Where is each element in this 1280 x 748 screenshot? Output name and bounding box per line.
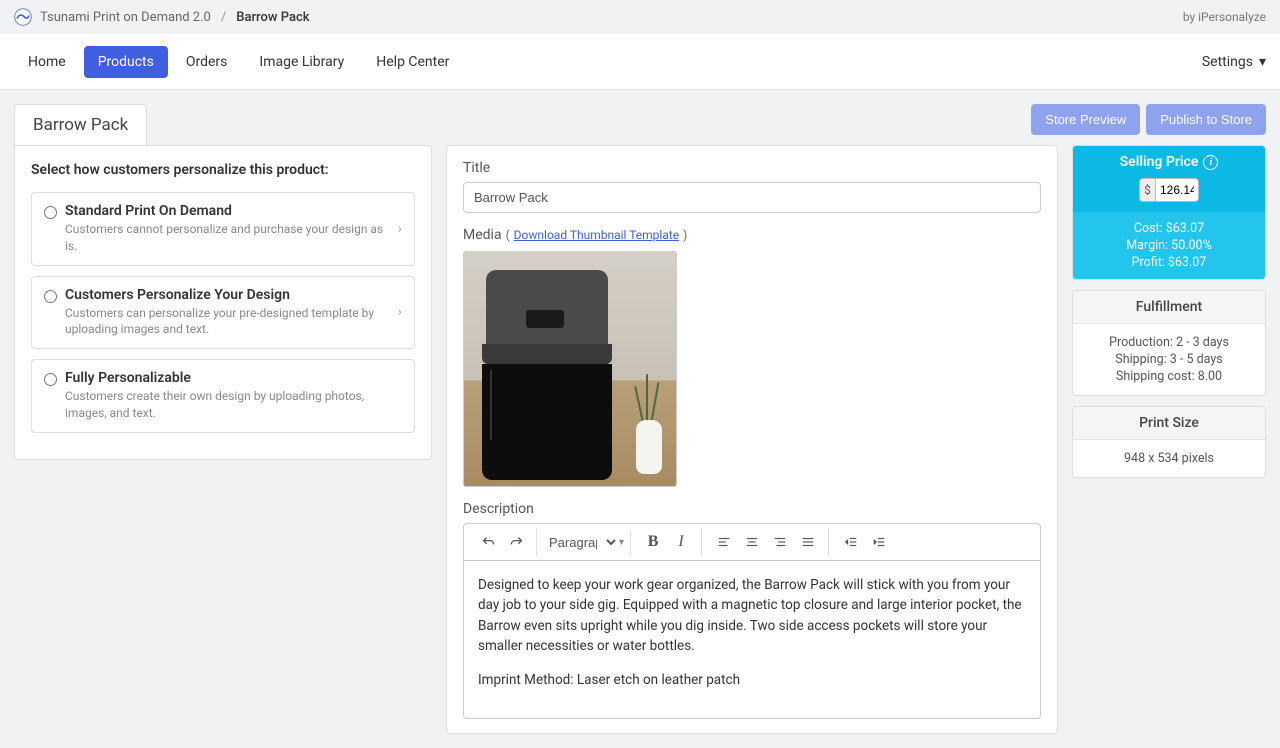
fulfillment-card: Fulfillment Production: 2 - 3 days Shipp… (1072, 290, 1266, 396)
fulfillment-header: Fulfillment (1073, 291, 1265, 324)
breadcrumb-sep: / (221, 10, 226, 25)
currency-symbol: $ (1139, 178, 1155, 202)
print-size-card: Print Size 948 x 534 pixels (1072, 406, 1266, 478)
description-editor[interactable]: Designed to keep your work gear organize… (463, 560, 1041, 719)
option-title: Fully Personalizable (65, 370, 402, 386)
selling-price-input[interactable] (1155, 178, 1199, 202)
description-label: Description (463, 501, 1041, 517)
redo-button[interactable] (502, 528, 530, 556)
publish-button[interactable]: Publish to Store (1146, 104, 1266, 135)
option-fully-radio[interactable] (44, 373, 57, 386)
description-paragraph: Imprint Method: Laser etch on leather pa… (478, 670, 1026, 690)
store-preview-button[interactable]: Store Preview (1031, 104, 1140, 135)
cost-line: Cost: $63.07 (1079, 220, 1259, 237)
nav-orders[interactable]: Orders (172, 46, 242, 78)
editor-toolbar: Paragraph ▾ B I (463, 523, 1041, 560)
title-input[interactable] (463, 182, 1041, 213)
bold-button[interactable]: B (639, 528, 667, 556)
production-line: Production: 2 - 3 days (1081, 334, 1257, 351)
chevron-down-icon: ▾ (619, 537, 624, 548)
option-desc: Customers can personalize your pre-desig… (65, 305, 390, 339)
option-desc: Customers create their own design by upl… (65, 388, 402, 422)
nav-products[interactable]: Products (84, 46, 168, 78)
main-nav: Home Products Orders Image Library Help … (0, 34, 1280, 90)
print-size-value: 948 x 534 pixels (1081, 450, 1257, 467)
pricing-card: Selling Price i $ Cost: $63.07 Margin: 5… (1072, 145, 1266, 280)
profit-line: Profit: $63.07 (1079, 254, 1259, 271)
description-paragraph: Designed to keep your work gear organize… (478, 575, 1026, 656)
align-justify-button[interactable] (794, 528, 822, 556)
settings-dropdown[interactable]: Settings ▾ (1202, 54, 1266, 70)
italic-button[interactable]: I (667, 528, 695, 556)
shipping-line: Shipping: 3 - 5 days (1081, 351, 1257, 368)
info-icon[interactable]: i (1203, 155, 1218, 170)
nav-help-center[interactable]: Help Center (362, 46, 463, 78)
download-template-link[interactable]: Download Thumbnail Template (514, 228, 679, 242)
align-center-button[interactable] (738, 528, 766, 556)
option-standard-radio[interactable] (44, 206, 57, 219)
option-customers-radio[interactable] (44, 290, 57, 303)
shipping-cost-line: Shipping cost: 8.00 (1081, 368, 1257, 385)
option-customers-personalize[interactable]: Customers Personalize Your Design Custom… (31, 276, 415, 350)
product-tab[interactable]: Barrow Pack (14, 104, 147, 145)
align-right-button[interactable] (766, 528, 794, 556)
byline: by iPersonalyze (1183, 10, 1266, 24)
nav-home[interactable]: Home (14, 46, 80, 78)
print-size-header: Print Size (1073, 407, 1265, 440)
breadcrumb-app[interactable]: Tsunami Print on Demand 2.0 (40, 10, 211, 25)
personalize-panel: Select how customers personalize this pr… (14, 145, 432, 460)
undo-button[interactable] (474, 528, 502, 556)
product-thumbnail[interactable] (463, 251, 677, 487)
option-fully-personalizable[interactable]: Fully Personalizable Customers create th… (31, 359, 415, 433)
nav-image-library[interactable]: Image Library (245, 46, 358, 78)
option-title: Customers Personalize Your Design (65, 287, 390, 303)
pricing-header: Selling Price (1120, 154, 1199, 170)
chevron-right-icon: › (398, 304, 402, 320)
title-label: Title (463, 160, 1041, 176)
outdent-button[interactable] (837, 528, 865, 556)
caret-down-icon: ▾ (1259, 54, 1266, 70)
personalize-heading: Select how customers personalize this pr… (31, 162, 415, 178)
settings-label: Settings (1202, 54, 1253, 70)
product-form: Title Media ( Download Thumbnail Templat… (446, 145, 1058, 734)
align-left-button[interactable] (710, 528, 738, 556)
option-desc: Customers cannot personalize and purchas… (65, 221, 390, 255)
chevron-right-icon: › (398, 221, 402, 237)
option-standard-pod[interactable]: Standard Print On Demand Customers canno… (31, 192, 415, 266)
breadcrumb-current: Barrow Pack (236, 10, 309, 25)
margin-line: Margin: 50.00% (1079, 237, 1259, 254)
option-title: Standard Print On Demand (65, 203, 390, 219)
format-select[interactable]: Paragraph (539, 530, 619, 555)
brand-wave-icon (14, 8, 32, 26)
app-header: Tsunami Print on Demand 2.0 / Barrow Pac… (0, 0, 1280, 34)
indent-button[interactable] (865, 528, 893, 556)
media-label: Media (463, 227, 502, 243)
